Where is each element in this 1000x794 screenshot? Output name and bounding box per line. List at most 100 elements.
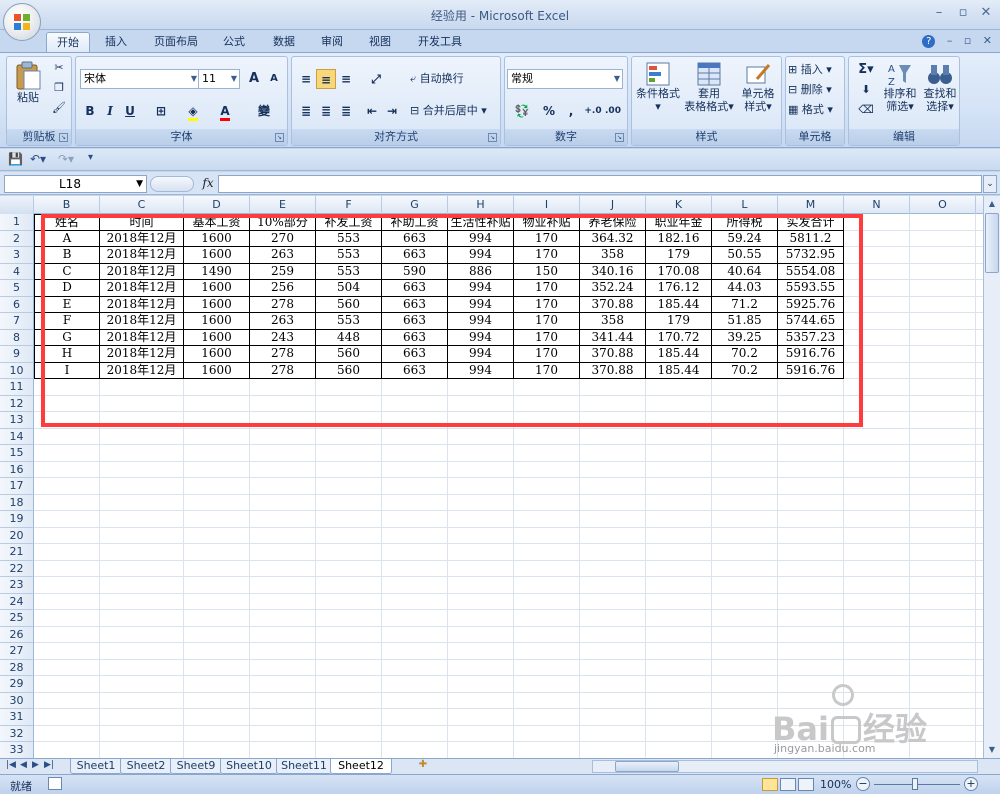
scroll-down-icon[interactable]: ▼ [985,743,999,757]
row-header-3[interactable]: 3 [0,247,34,264]
row-header-12[interactable]: 12 [0,395,34,412]
redo-icon[interactable]: ↷▾ [58,152,74,166]
column-header-d[interactable]: D [184,196,250,214]
header-cell[interactable]: 10%部分 [250,214,316,231]
table-cell[interactable]: 170.08 [646,263,712,280]
row-header-8[interactable]: 8 [0,329,34,346]
table-cell[interactable]: 448 [316,329,382,346]
align-center-icon[interactable]: ≣ [316,101,336,121]
table-cell[interactable]: 663 [382,313,448,330]
align-middle-icon[interactable]: ≡ [316,69,336,89]
column-header-f[interactable]: F [316,196,382,214]
table-cell[interactable]: 358 [580,247,646,264]
find-select-button[interactable]: 查找和 选择▾ [921,61,959,123]
row-header-14[interactable]: 14 [0,428,34,445]
table-cell[interactable]: 170 [514,329,580,346]
shrink-font-button[interactable]: A [264,69,284,89]
insert-function-button[interactable]: fx [200,176,216,192]
increase-indent-icon[interactable]: ⇥ [382,101,402,121]
table-cell[interactable]: 1600 [184,362,250,379]
italic-button[interactable]: I [100,101,120,121]
workbook-minimize-icon[interactable]: – [947,34,953,47]
header-cell[interactable]: 养老保险 [580,214,646,231]
row-header-24[interactable]: 24 [0,593,34,610]
row-header-18[interactable]: 18 [0,494,34,511]
scroll-up-icon[interactable]: ▲ [985,197,999,211]
table-cell[interactable]: 176.12 [646,280,712,297]
sheet-tab-sheet10[interactable]: Sheet10 [220,759,278,774]
tab-view[interactable]: 视图 [360,32,400,52]
table-cell[interactable]: 50.55 [712,247,778,264]
tab-data[interactable]: 数据 [264,32,304,52]
number-launcher-icon[interactable]: ↘ [615,133,624,142]
table-cell[interactable]: 170 [514,346,580,363]
table-cell[interactable]: 663 [382,329,448,346]
header-cell[interactable]: 补助工资 [382,214,448,231]
borders-button[interactable]: ⊞ [148,101,174,121]
table-cell[interactable]: 1600 [184,346,250,363]
column-header-o[interactable]: O [910,196,976,214]
row-header-25[interactable]: 25 [0,610,34,627]
table-cell[interactable]: 278 [250,346,316,363]
close-icon[interactable]: ✕ [977,6,995,22]
table-cell[interactable]: 560 [316,346,382,363]
paste-button[interactable]: 粘贴 [11,59,45,115]
copy-icon[interactable]: ❐ [51,81,67,95]
table-cell[interactable]: 553 [316,263,382,280]
table-cell[interactable]: 2018年12月 [100,329,184,346]
table-cell[interactable]: 170 [514,280,580,297]
row-header-31[interactable]: 31 [0,709,34,726]
formula-input[interactable] [218,175,982,193]
table-cell[interactable]: D [34,280,100,297]
tab-review[interactable]: 审阅 [312,32,352,52]
table-cell[interactable]: 5811.2 [778,230,844,247]
table-cell[interactable]: 2018年12月 [100,263,184,280]
column-header-i[interactable]: I [514,196,580,214]
table-cell[interactable]: 5925.76 [778,296,844,313]
wrap-text-button[interactable]: ⤶ 自动换行 [410,72,498,85]
insert-sheet-icon[interactable]: ✚ [412,759,434,774]
row-header-7[interactable]: 7 [0,313,34,330]
table-cell[interactable]: 994 [448,296,514,313]
align-bottom-icon[interactable]: ≡ [336,69,356,89]
increase-decimal-icon[interactable]: +.0 [583,101,603,121]
table-cell[interactable]: 2018年12月 [100,280,184,297]
save-icon[interactable]: 💾 [8,152,23,166]
column-header-e[interactable]: E [250,196,316,214]
column-header-k[interactable]: K [646,196,712,214]
format-as-table-button[interactable]: 套用 表格格式▾ [684,61,734,121]
header-cell[interactable]: 补发工资 [316,214,382,231]
table-cell[interactable]: 994 [448,329,514,346]
table-cell[interactable]: 5916.76 [778,362,844,379]
align-left-icon[interactable]: ≣ [296,101,316,121]
percent-button[interactable]: % [539,101,559,121]
sheet-tab-sheet1[interactable]: Sheet1 [70,759,122,774]
table-cell[interactable]: 370.88 [580,362,646,379]
row-header-33[interactable]: 33 [0,742,34,758]
row-header-6[interactable]: 6 [0,296,34,313]
row-header-29[interactable]: 29 [0,676,34,693]
table-cell[interactable]: 1600 [184,280,250,297]
zoom-level[interactable]: 100% [820,778,851,791]
table-cell[interactable]: 352.24 [580,280,646,297]
delete-cells-button[interactable]: ⊟ 删除 ▾ [788,83,844,96]
table-cell[interactable]: 170 [514,247,580,264]
table-cell[interactable]: 278 [250,296,316,313]
table-cell[interactable]: 553 [316,247,382,264]
sheet-tab-sheet12[interactable]: Sheet12 [330,759,392,774]
clear-icon[interactable]: ⌫ [853,103,879,116]
table-cell[interactable]: 5744.65 [778,313,844,330]
tab-nav-first-icon[interactable]: |◀ [6,760,16,770]
row-header-13[interactable]: 13 [0,412,34,429]
row-header-2[interactable]: 2 [0,230,34,247]
sheet-tab-sheet2[interactable]: Sheet2 [120,759,172,774]
column-header-h[interactable]: H [448,196,514,214]
row-header-30[interactable]: 30 [0,692,34,709]
row-header-5[interactable]: 5 [0,280,34,297]
table-cell[interactable]: 994 [448,362,514,379]
alignment-launcher-icon[interactable]: ↘ [488,133,497,142]
table-cell[interactable]: 340.16 [580,263,646,280]
tab-nav-last-icon[interactable]: ▶| [44,760,54,770]
font-color-button[interactable]: A [212,101,238,121]
table-cell[interactable]: 70.2 [712,346,778,363]
